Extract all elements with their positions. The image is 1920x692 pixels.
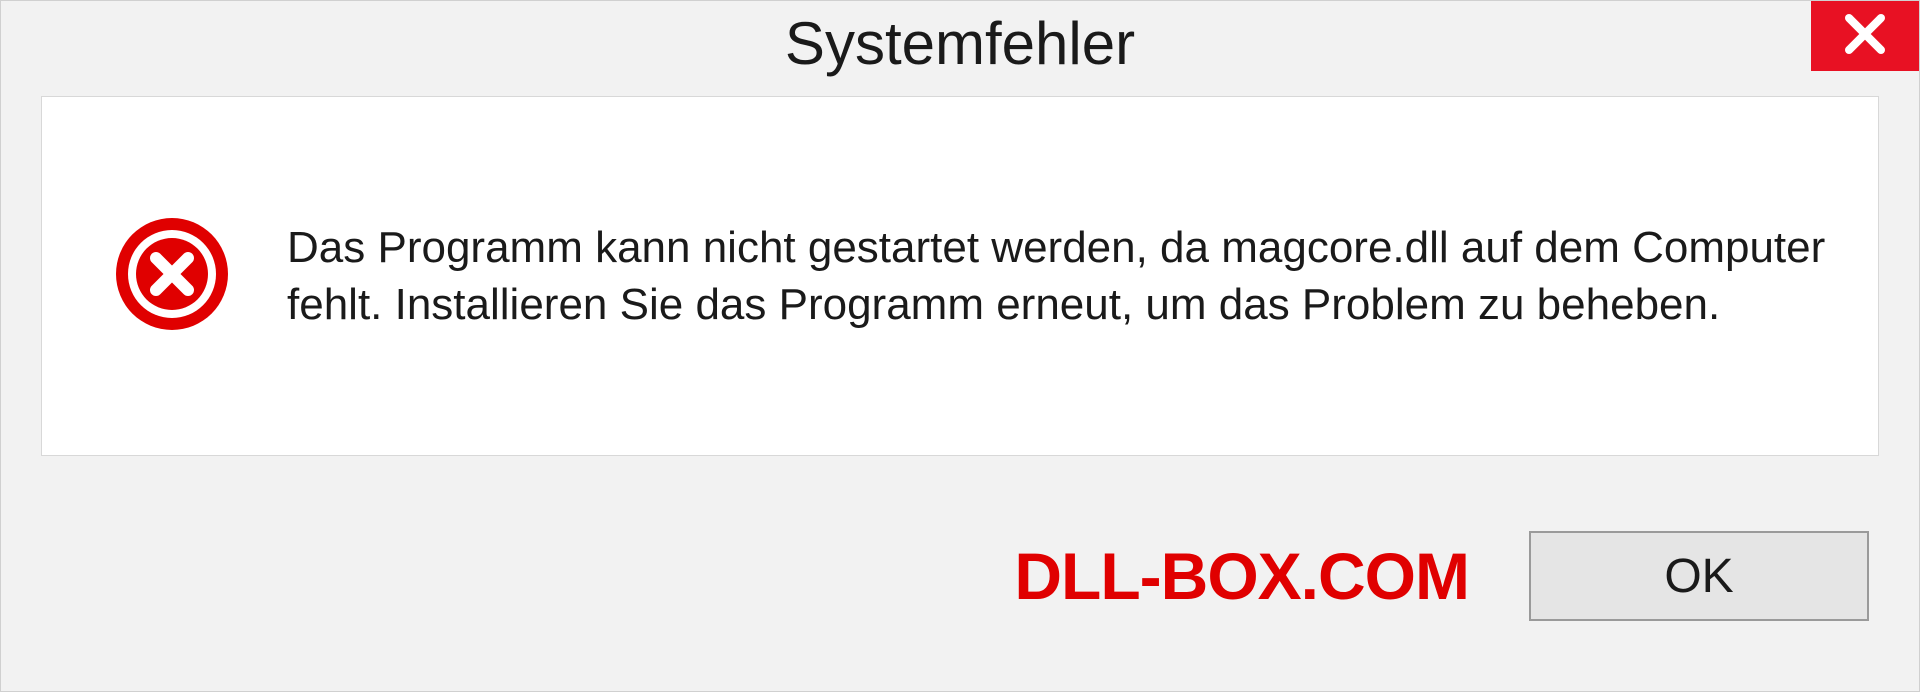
error-message: Das Programm kann nicht gestartet werden… (287, 219, 1828, 333)
close-button[interactable] (1811, 1, 1919, 71)
close-icon (1843, 12, 1887, 61)
dialog-title: Systemfehler (785, 9, 1135, 78)
footer: DLL-BOX.COM OK (1, 491, 1919, 691)
watermark-text: DLL-BOX.COM (1014, 538, 1469, 614)
titlebar: Systemfehler (1, 1, 1919, 86)
ok-button[interactable]: OK (1529, 531, 1869, 621)
error-icon (112, 214, 232, 339)
content-panel: Das Programm kann nicht gestartet werden… (41, 96, 1879, 456)
